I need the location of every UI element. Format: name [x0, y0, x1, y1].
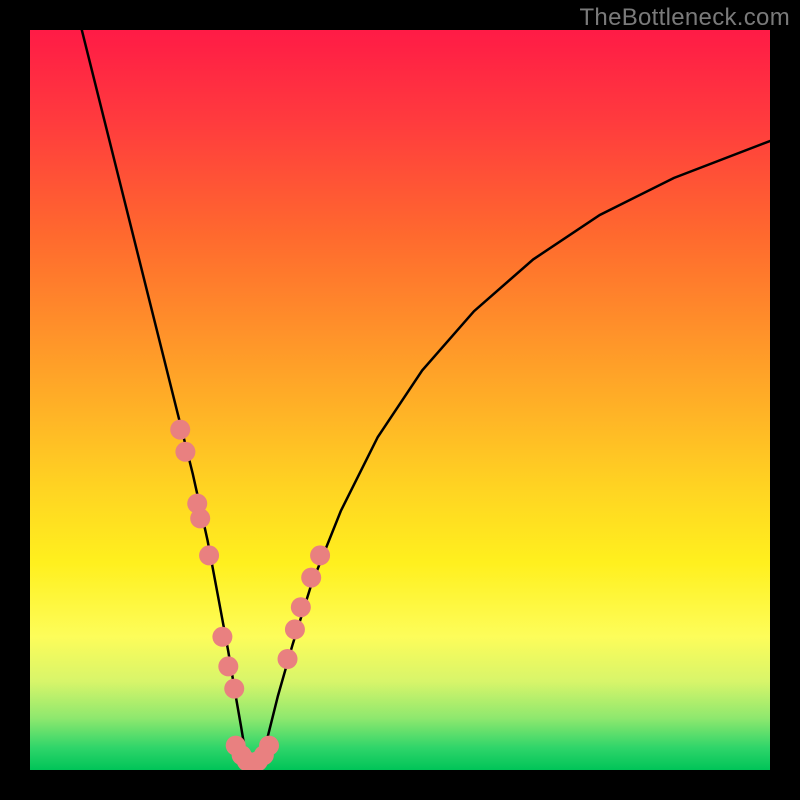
- curve-right-branch: [259, 141, 770, 766]
- plot-area: [30, 30, 770, 770]
- data-marker: [175, 442, 195, 462]
- data-marker: [301, 568, 321, 588]
- watermark-text: TheBottleneck.com: [579, 4, 790, 32]
- chart-svg: [30, 30, 770, 770]
- data-marker: [190, 508, 210, 528]
- data-marker: [285, 619, 305, 639]
- data-marker: [212, 627, 232, 647]
- data-marker: [224, 679, 244, 699]
- data-marker: [310, 545, 330, 565]
- data-marker: [199, 545, 219, 565]
- data-marker: [259, 736, 279, 756]
- data-marker: [291, 597, 311, 617]
- data-marker: [278, 649, 298, 669]
- outer-frame: TheBottleneck.com: [0, 0, 800, 800]
- curve-left-branch: [82, 30, 249, 766]
- data-marker: [170, 420, 190, 440]
- data-marker: [218, 656, 238, 676]
